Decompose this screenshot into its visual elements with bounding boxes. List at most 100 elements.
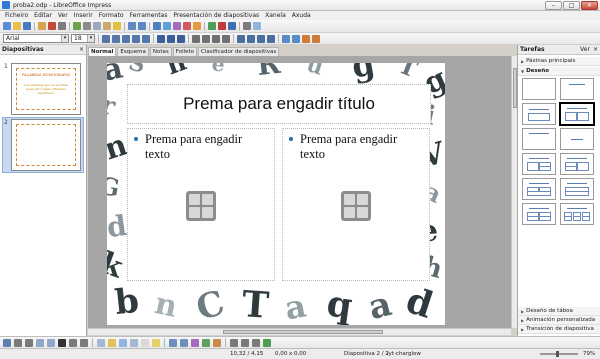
insert-chart-icon[interactable] <box>163 22 171 30</box>
gallery-icon[interactable] <box>213 338 221 347</box>
strikethrough-icon[interactable] <box>132 34 140 43</box>
select-arrow-icon[interactable] <box>3 338 11 347</box>
layout-title-only[interactable] <box>522 128 556 150</box>
shrink-font-icon[interactable] <box>177 34 185 43</box>
section-layouts[interactable]: ▼ Deseño <box>518 67 600 76</box>
justify-icon[interactable] <box>222 34 230 43</box>
italic-icon[interactable] <box>112 34 120 43</box>
section-table-design[interactable]: ▶ Deseño de táboa <box>518 307 600 316</box>
menu-window[interactable]: Xanela <box>262 12 289 19</box>
bold-icon[interactable] <box>102 34 110 43</box>
section-slide-transition[interactable]: ▶ Transición de diapositiva <box>518 325 600 334</box>
bullets-icon[interactable] <box>237 34 245 43</box>
menu-format[interactable]: Formato <box>96 12 127 19</box>
menu-edit[interactable]: Editar <box>31 12 55 19</box>
insert-table-icon[interactable] <box>153 22 161 30</box>
edit-file-icon[interactable] <box>38 22 46 30</box>
record-icon[interactable] <box>218 22 226 30</box>
display-grid-icon[interactable] <box>243 22 251 30</box>
print-icon[interactable] <box>58 22 66 30</box>
undo-icon[interactable] <box>128 22 136 30</box>
menu-view[interactable]: Ver <box>55 12 71 19</box>
line-spacing-icon[interactable] <box>282 34 290 43</box>
insert-image-icon[interactable] <box>189 207 200 218</box>
align-right-icon[interactable] <box>212 34 220 43</box>
section-master-pages[interactable]: ▶ Páxinas principais <box>518 57 600 66</box>
export-pdf-icon[interactable] <box>48 22 56 30</box>
zoom-slider[interactable] <box>540 353 578 355</box>
font-name-select[interactable]: Arial ▾ <box>3 34 69 43</box>
horizontal-scrollbar[interactable] <box>88 328 511 335</box>
insert-chart-icon[interactable] <box>202 194 213 205</box>
insert-video-icon[interactable] <box>357 207 368 218</box>
close-button[interactable]: ✕ <box>581 1 598 10</box>
copy-icon[interactable] <box>93 22 101 30</box>
clone-format-icon[interactable] <box>113 22 121 30</box>
paste-icon[interactable] <box>103 22 111 30</box>
shadow-icon[interactable] <box>142 34 150 43</box>
layout-title-content-over-content[interactable] <box>560 178 594 200</box>
flowchart-icon[interactable] <box>130 338 138 347</box>
line-icon[interactable] <box>14 338 22 347</box>
tab-normal[interactable]: Normal <box>88 47 117 56</box>
content-placeholder-right[interactable]: Prema para engadir texto <box>282 128 430 281</box>
align-objects-icon[interactable] <box>241 338 249 347</box>
open-icon[interactable] <box>13 22 21 30</box>
line-arrow-icon[interactable] <box>25 338 33 347</box>
rectangle-icon[interactable] <box>36 338 44 347</box>
layout-title-2-content-content[interactable] <box>522 153 556 175</box>
insert-chart-icon[interactable] <box>357 194 368 205</box>
arrange-icon[interactable] <box>252 338 260 347</box>
underline-icon[interactable] <box>122 34 130 43</box>
menu-insert[interactable]: Inserir <box>71 12 96 19</box>
tasks-view-menu[interactable]: Ver <box>580 46 590 53</box>
tab-outline[interactable]: Esquema <box>117 47 149 56</box>
character-icon[interactable] <box>302 34 310 43</box>
text-box-icon[interactable] <box>58 338 66 347</box>
layout-title-slide[interactable] <box>522 103 556 125</box>
font-size-select[interactable]: 18 ▾ <box>71 34 95 43</box>
slide-thumbnail-2[interactable] <box>11 119 81 171</box>
glue-points-icon[interactable] <box>180 338 188 347</box>
slideshow-icon[interactable] <box>228 22 236 30</box>
points-icon[interactable] <box>169 338 177 347</box>
ellipse-icon[interactable] <box>47 338 55 347</box>
zoom-slider-handle[interactable] <box>556 351 559 357</box>
paragraph-icon[interactable] <box>312 34 320 43</box>
cut-icon[interactable] <box>83 22 91 30</box>
redo-icon[interactable] <box>138 22 146 30</box>
layout-title-two-content[interactable] <box>559 102 595 126</box>
layout-title-4-content[interactable] <box>522 203 556 225</box>
curve-icon[interactable] <box>69 338 77 347</box>
menu-slideshow[interactable]: Presentación de diapositivas <box>170 12 262 19</box>
title-placeholder[interactable]: Prema para engadir título <box>127 84 431 124</box>
new-icon[interactable] <box>3 22 11 30</box>
tab-notes[interactable]: Notas <box>149 47 172 56</box>
slides-pane-close-button[interactable]: × <box>79 46 84 53</box>
minimize-button[interactable]: – <box>545 1 562 10</box>
maximize-button[interactable]: □ <box>563 1 580 10</box>
stars-icon[interactable] <box>152 338 160 347</box>
layout-title-6-content[interactable] <box>560 203 594 225</box>
tasks-pane-close-button[interactable]: × <box>593 46 598 53</box>
section-custom-animation[interactable]: ▶ Animación personalizada <box>518 316 600 325</box>
zoom-level[interactable]: 79% <box>583 351 595 357</box>
insert-table-icon[interactable] <box>189 194 200 205</box>
indent-icon[interactable] <box>257 34 265 43</box>
extrusion-icon[interactable] <box>263 338 271 347</box>
numbering-icon[interactable] <box>247 34 255 43</box>
horizontal-scroll-thumb[interactable] <box>223 330 383 334</box>
block-arrows-icon[interactable] <box>119 338 127 347</box>
layout-centered-text[interactable] <box>560 128 594 150</box>
fontwork-icon[interactable] <box>173 22 181 30</box>
menu-file[interactable]: Ficheiro <box>2 12 31 19</box>
save-icon[interactable] <box>23 22 31 30</box>
grow-font-icon[interactable] <box>167 34 175 43</box>
fontwork-gallery-icon[interactable] <box>191 338 199 347</box>
outdent-icon[interactable] <box>267 34 275 43</box>
content-placeholder-left[interactable]: Prema para engadir texto <box>127 128 275 281</box>
help-icon[interactable] <box>253 22 261 30</box>
layout-blank[interactable] <box>522 78 556 100</box>
font-color-icon[interactable] <box>157 34 165 43</box>
from-file-icon[interactable] <box>202 338 210 347</box>
